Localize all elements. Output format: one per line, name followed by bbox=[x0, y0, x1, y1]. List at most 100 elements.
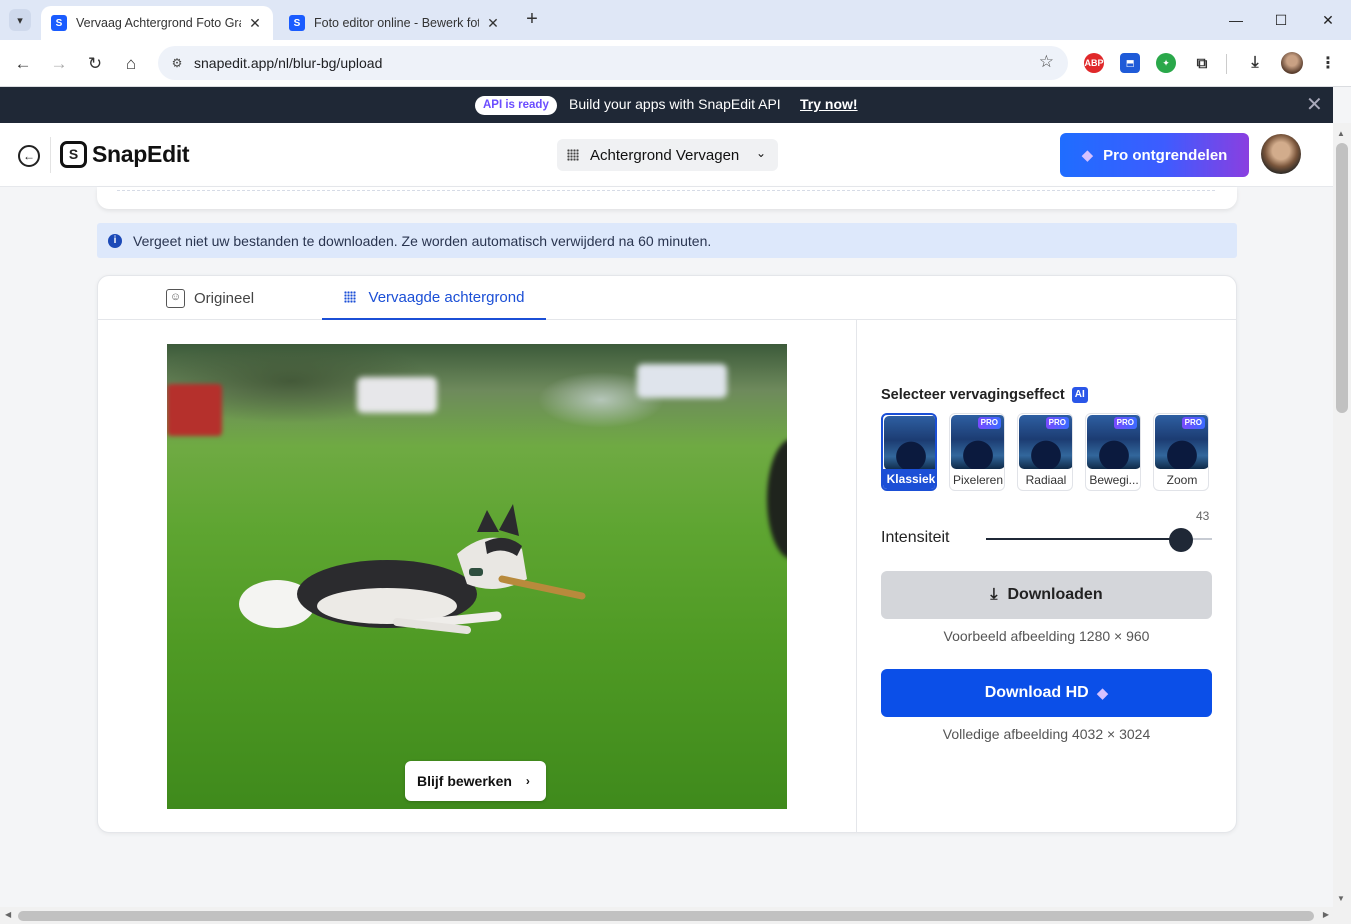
bookmark-star-icon[interactable]: ☆ bbox=[1039, 52, 1054, 72]
scroll-right-icon[interactable]: ▶ bbox=[1323, 910, 1329, 919]
pro-badge: PRO bbox=[1045, 417, 1069, 429]
logo-text[interactable]: SnapEdit bbox=[92, 141, 190, 168]
info-icon: i bbox=[108, 233, 122, 248]
effect-title-text: Selecteer vervagingseffect bbox=[881, 387, 1065, 403]
effect-label: Zoom bbox=[1166, 473, 1198, 487]
scrollbar-thumb[interactable] bbox=[18, 911, 1314, 921]
ai-badge-icon: AI bbox=[1071, 387, 1088, 403]
tab-original-label: Origineel bbox=[194, 289, 255, 307]
extensions-puzzle-icon[interactable]: ⧉ bbox=[1192, 53, 1212, 73]
tool-dropdown[interactable]: Achtergrond Vervagen ⌄ bbox=[557, 139, 778, 171]
evernote-extension-icon[interactable]: ✦ bbox=[1156, 53, 1176, 73]
chevron-down-icon: ⌄ bbox=[755, 146, 766, 160]
api-banner: API is ready Build your apps with SnapEd… bbox=[0, 87, 1333, 123]
back-icon[interactable]: ← bbox=[11, 52, 35, 76]
unlock-pro-button[interactable]: ◆ Pro ontgrendelen bbox=[1060, 133, 1249, 177]
husky-dog-image bbox=[239, 504, 586, 634]
intensity-label: Intensiteit bbox=[881, 529, 950, 546]
close-window-icon[interactable]: ✕ bbox=[1318, 10, 1338, 30]
blurred-tent bbox=[167, 384, 222, 436]
effect-thumbnail bbox=[884, 416, 935, 470]
adblock-extension-icon[interactable]: ABP bbox=[1084, 53, 1104, 73]
toolbar-divider bbox=[1226, 54, 1227, 74]
forward-icon[interactable]: → bbox=[47, 52, 71, 76]
download-icon[interactable]: ⤓ bbox=[1245, 53, 1265, 73]
browser-tab[interactable]: S Foto editor online - Bewerk foto ✕ bbox=[279, 6, 511, 40]
editor-card: ☺ Origineel Vervaagde achtergrond Blijf … bbox=[97, 275, 1237, 833]
preview-size-note: Voorbeeld afbeelding 1280 × 960 bbox=[943, 628, 1150, 644]
download-label: Downloaden bbox=[1007, 586, 1103, 603]
download-button[interactable]: ⤓ Downloaden bbox=[881, 571, 1212, 619]
scroll-up-icon[interactable]: ▲ bbox=[1337, 129, 1345, 138]
site-info-icon[interactable]: ⚙ bbox=[168, 54, 186, 72]
effect-section-title: Selecteer vervagingseffect AI bbox=[881, 387, 1088, 403]
browser-tab-active[interactable]: S Vervaag Achtergrond Foto Grat ✕ bbox=[41, 6, 273, 40]
vertical-scrollbar[interactable]: ▲ ▼ bbox=[1333, 123, 1351, 907]
user-avatar[interactable] bbox=[1261, 134, 1301, 174]
effect-radial[interactable]: PRO Radiaal bbox=[1017, 413, 1073, 491]
notice-text: Vergeet niet uw bestanden te downloaden.… bbox=[133, 232, 712, 249]
menu-kebab-icon[interactable]: ⋮ bbox=[1318, 53, 1338, 73]
address-bar[interactable]: ⚙ snapedit.app/nl/blur-bg/upload ☆ bbox=[158, 46, 1068, 80]
effect-label: Bewegi... bbox=[1089, 473, 1139, 487]
tab-blurred-label: Vervaagde achtergrond bbox=[368, 288, 525, 306]
download-reminder-notice: i Vergeet niet uw bestanden te downloade… bbox=[97, 223, 1237, 258]
pro-badge: PRO bbox=[1113, 417, 1137, 429]
banner-close-icon[interactable]: ✕ bbox=[1306, 92, 1323, 117]
intensity-value: 43 bbox=[1196, 509, 1210, 523]
keep-editing-button[interactable]: Blijf bewerken › bbox=[405, 761, 546, 801]
blurred-trailer bbox=[637, 364, 727, 398]
diamond-icon: ◆ bbox=[1081, 147, 1094, 164]
scrollbar-thumb[interactable] bbox=[1336, 143, 1348, 413]
download-hd-button[interactable]: Download HD ◆ bbox=[881, 669, 1212, 717]
dropzone-border bbox=[117, 187, 1215, 191]
tool-dropdown-label: Achtergrond Vervagen bbox=[590, 146, 740, 164]
full-size-note: Volledige afbeelding 4032 × 3024 bbox=[942, 726, 1151, 742]
view-tabs: ☺ Origineel Vervaagde achtergrond bbox=[98, 276, 1236, 320]
url-text: snapedit.app/nl/blur-bg/upload bbox=[194, 55, 383, 71]
app-header: ← S SnapEdit Achtergrond Vervagen ⌄ ◆ Pr… bbox=[0, 123, 1333, 187]
tab-close-icon[interactable]: ✕ bbox=[247, 15, 263, 32]
effect-label: Pixeleren bbox=[952, 473, 1004, 487]
browser-tab-bar: ▾ S Vervaag Achtergrond Foto Grat ✕ S Fo… bbox=[0, 0, 1351, 40]
effect-motion[interactable]: PRO Bewegi... bbox=[1085, 413, 1141, 491]
tab-original[interactable]: ☺ Origineel bbox=[166, 276, 254, 320]
diamond-icon: ◆ bbox=[1096, 685, 1109, 702]
scroll-down-icon[interactable]: ▼ bbox=[1337, 894, 1345, 903]
intensity-slider-rest[interactable] bbox=[1192, 538, 1212, 540]
person-icon: ☺ bbox=[166, 288, 185, 308]
api-ready-badge: API is ready bbox=[475, 96, 557, 115]
effect-pixelate[interactable]: PRO Pixeleren bbox=[949, 413, 1005, 491]
effect-classic[interactable]: Klassiek bbox=[881, 413, 937, 491]
tab-search-icon[interactable]: ▾ bbox=[9, 9, 31, 31]
tab-title: Foto editor online - Bewerk foto bbox=[314, 16, 479, 30]
intensity-slider-handle[interactable] bbox=[1169, 528, 1193, 552]
tab-close-icon[interactable]: ✕ bbox=[485, 15, 501, 32]
browser-profile-avatar[interactable] bbox=[1281, 52, 1303, 74]
effect-zoom[interactable]: PRO Zoom bbox=[1153, 413, 1209, 491]
horizontal-scrollbar[interactable]: ◀ ▶ bbox=[0, 907, 1351, 924]
back-arrow-icon[interactable]: ← bbox=[18, 145, 40, 167]
tab-blurred-background[interactable]: Vervaagde achtergrond bbox=[322, 276, 546, 320]
maximize-icon[interactable]: ☐ bbox=[1271, 10, 1291, 30]
snapedit-favicon-icon: S bbox=[289, 15, 305, 31]
effect-label: Radiaal bbox=[1025, 473, 1067, 487]
bitwarden-extension-icon[interactable]: ⬒ bbox=[1120, 53, 1140, 73]
panel-divider bbox=[856, 320, 857, 832]
unlock-pro-label: Pro ontgrendelen bbox=[1103, 146, 1228, 164]
snapedit-favicon-icon: S bbox=[51, 15, 67, 31]
scroll-left-icon[interactable]: ◀ bbox=[5, 910, 11, 919]
reload-icon[interactable]: ↻ bbox=[83, 52, 107, 76]
tab-title: Vervaag Achtergrond Foto Grat bbox=[76, 16, 241, 30]
home-icon[interactable]: ⌂ bbox=[119, 52, 143, 76]
banner-try-now-link[interactable]: Try now! bbox=[800, 96, 858, 112]
blurred-object bbox=[767, 439, 787, 559]
effect-label: Klassiek bbox=[883, 469, 935, 489]
browser-toolbar: ← → ↻ ⌂ ⚙ snapedit.app/nl/blur-bg/upload… bbox=[0, 40, 1351, 87]
blur-grid-icon bbox=[567, 149, 579, 161]
new-tab-icon[interactable]: + bbox=[521, 9, 543, 31]
keep-editing-label: Blijf bewerken bbox=[417, 773, 512, 789]
blur-grid-icon bbox=[343, 291, 356, 303]
minimize-icon[interactable]: — bbox=[1226, 10, 1246, 30]
banner-text: Build your apps with SnapEdit API bbox=[569, 96, 781, 112]
